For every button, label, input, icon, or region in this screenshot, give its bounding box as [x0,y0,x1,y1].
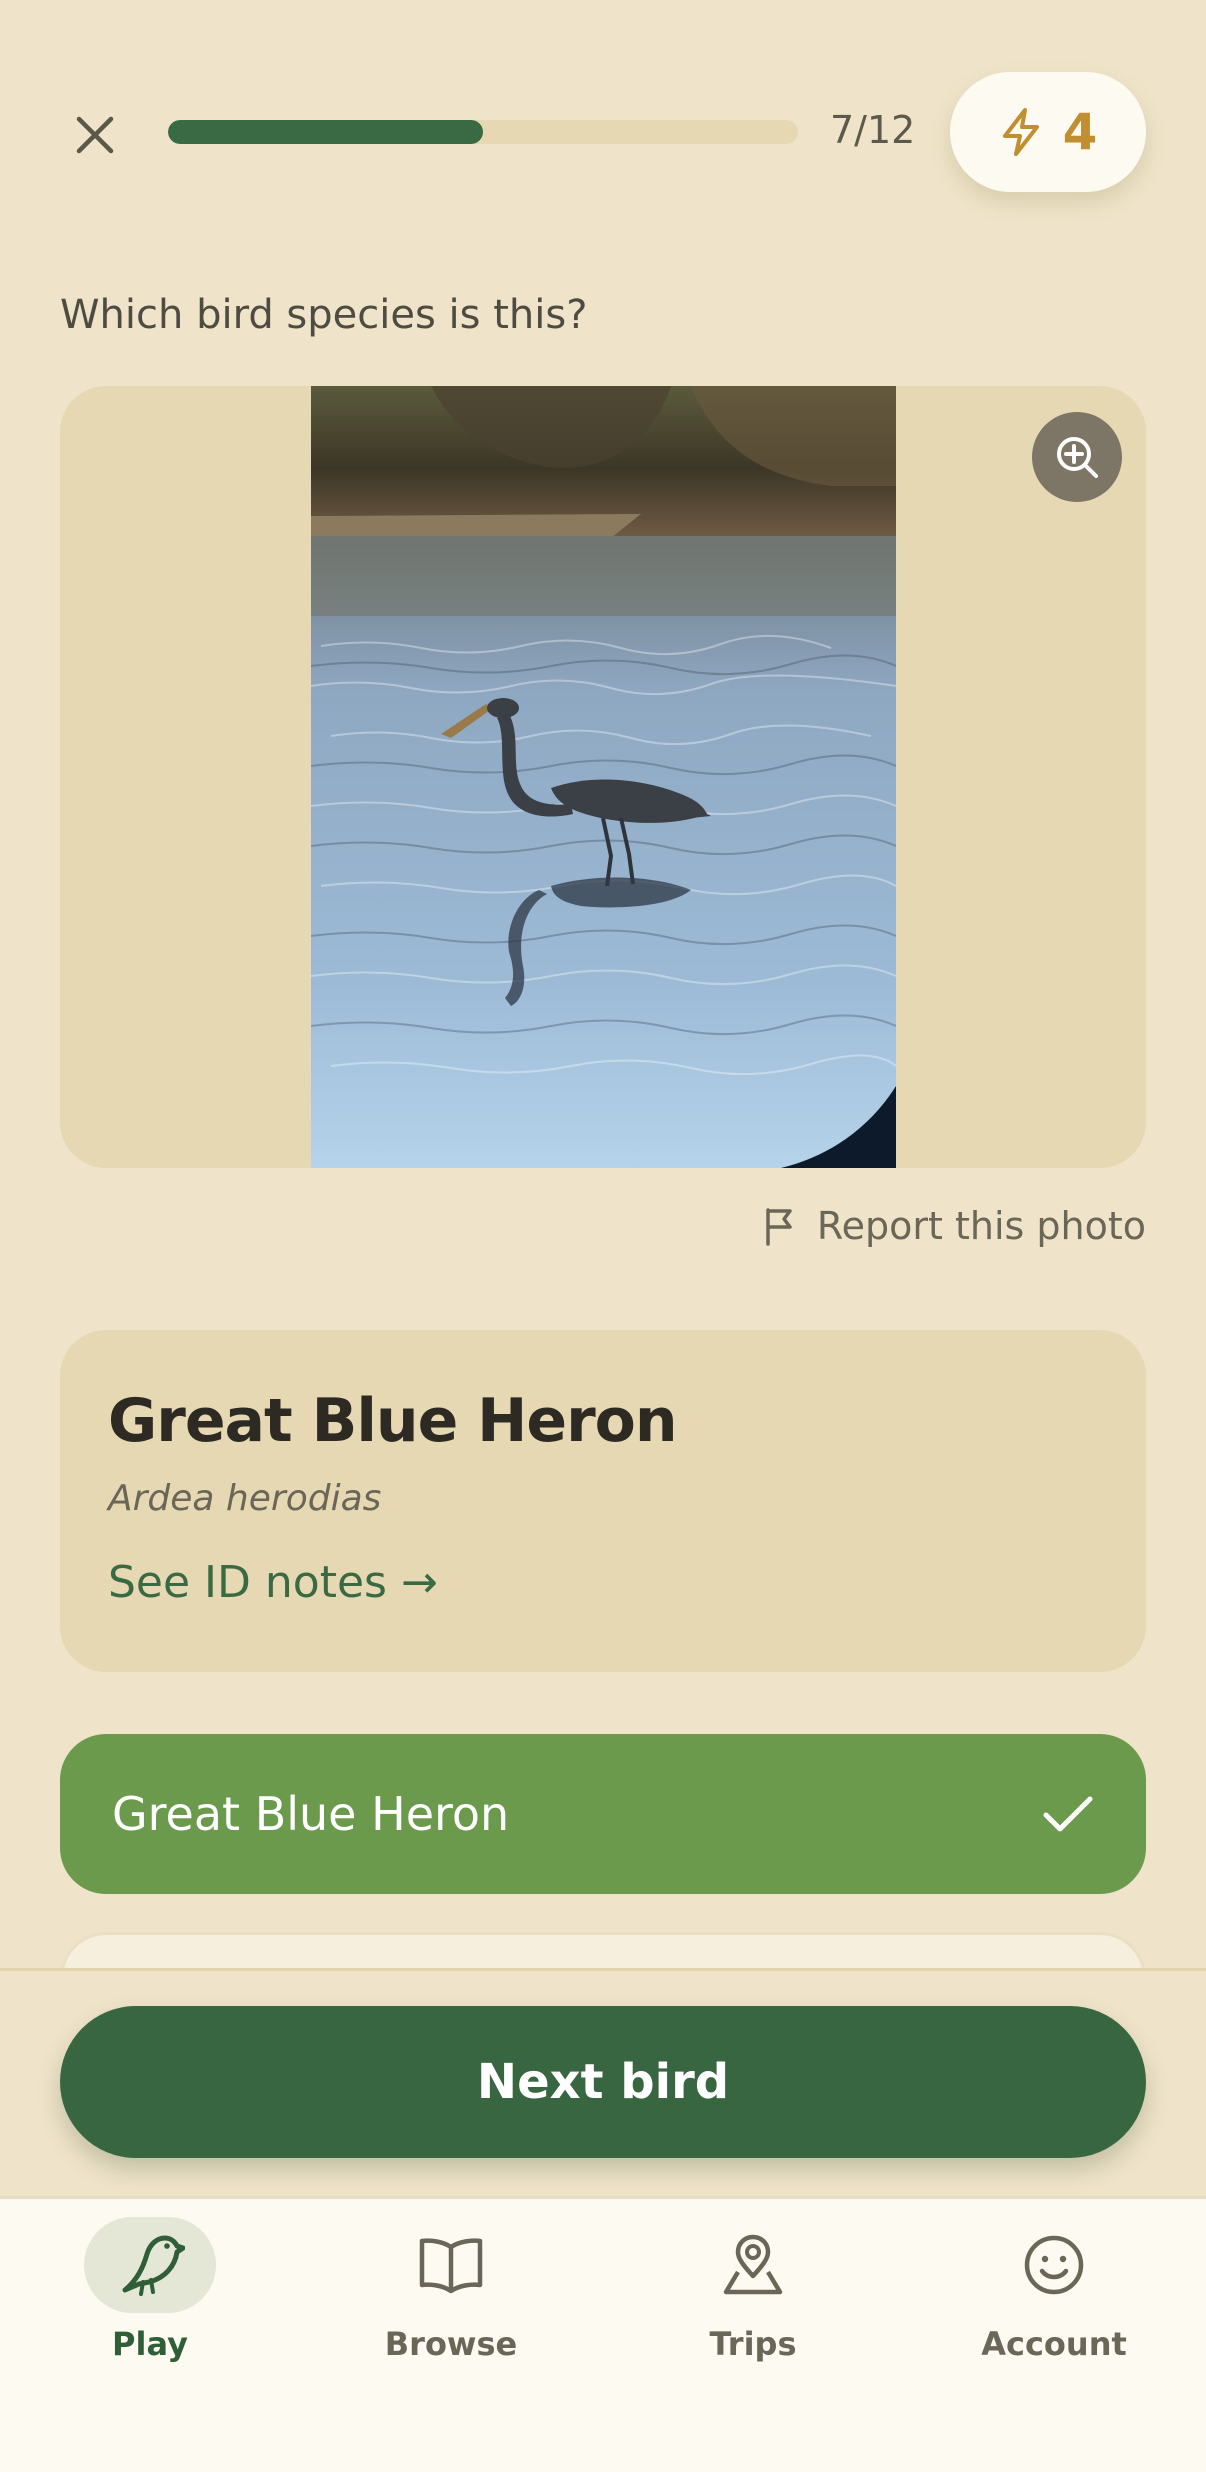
tab-play-label: Play [112,2325,188,2363]
see-id-notes-link[interactable]: See ID notes → [108,1557,438,1608]
flag-icon [766,1208,792,1246]
map-pin-icon [723,2234,783,2295]
streak-count: 4 [1062,103,1098,161]
species-scientific-name: Ardea herodias [108,1478,382,1519]
tab-trips-icon-bg [687,2217,819,2313]
next-bird-button[interactable]: Next bird [60,2006,1146,2158]
close-button[interactable] [60,100,130,170]
answer-option-correct[interactable]: Great Blue Heron [60,1734,1146,1894]
close-icon [76,116,114,154]
bird-photo[interactable] [311,386,896,1168]
checkmark-icon [1043,1796,1093,1832]
bird-photo-card [60,386,1146,1168]
quiz-progress-bar [168,120,798,144]
tab-trips-label: Trips [709,2325,797,2363]
smiley-icon [1024,2235,1084,2295]
species-common-name: Great Blue Heron [108,1386,678,1456]
tab-account-icon-bg [988,2217,1120,2313]
tab-play-icon-bg [84,2217,216,2313]
bottom-tab-bar: Play Browse Trips Account [0,2196,1206,2472]
lightning-icon [1002,108,1039,156]
zoom-button[interactable] [1032,412,1122,502]
tab-play[interactable]: Play [30,2217,270,2377]
tab-trips[interactable]: Trips [633,2217,873,2377]
book-icon [419,2238,483,2294]
top-bar: 7/12 4 [0,0,1206,260]
tab-account-label: Account [981,2325,1127,2363]
tab-browse-label: Browse [384,2325,518,2363]
answer-reveal-card: Great Blue Heron Ardea herodias See ID n… [60,1330,1146,1672]
tab-account[interactable]: Account [934,2217,1174,2377]
progress-count: 7/12 [830,108,916,152]
report-photo-label: Report this photo [816,1204,1146,1248]
question-prompt: Which bird species is this? [60,292,588,338]
answer-option-label: Great Blue Heron [112,1787,510,1841]
tab-browse-icon-bg [385,2217,517,2313]
tab-browse[interactable]: Browse [331,2217,571,2377]
bird-icon [122,2235,185,2296]
zoom-in-icon [1057,437,1098,478]
streak-badge[interactable]: 4 [950,72,1146,192]
report-photo-link[interactable]: Report this photo [763,1204,1146,1248]
quiz-progress-fill [168,120,483,144]
